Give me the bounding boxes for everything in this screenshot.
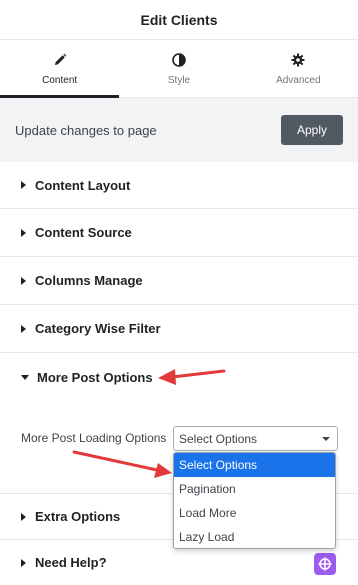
dropdown-option[interactable]: Pagination [174,477,335,501]
section-title: Columns Manage [35,273,143,288]
caret-right-icon [21,228,26,237]
more-post-loading-label: More Post Loading Options [21,431,167,445]
loading-options-dropdown: Select Options Pagination Load More Lazy… [173,452,336,549]
update-changes-bar: Update changes to page Apply [0,98,358,162]
caret-right-icon [21,324,26,333]
gear-icon [291,52,305,68]
caret-right-icon [21,558,26,567]
caret-down-icon [21,374,29,380]
tab-style[interactable]: Style [119,40,238,97]
section-title: Category Wise Filter [35,321,161,336]
update-changes-text: Update changes to page [15,122,157,138]
select-value: Select Options [179,431,258,446]
section-title: Need Help? [35,555,107,570]
half-circle-icon [172,52,186,68]
pencil-icon [53,52,67,68]
section-more-post-options[interactable]: More Post Options [0,353,358,401]
tab-content-label: Content [42,74,78,86]
section-columns-manage[interactable]: Columns Manage [0,257,358,305]
dropdown-option[interactable]: Select Options [174,453,335,477]
tab-advanced[interactable]: Advanced [239,40,358,97]
panel-title: Edit Clients [140,11,218,28]
caret-right-icon [21,181,26,189]
apply-button[interactable]: Apply [281,115,343,145]
section-title: Content Source [35,225,132,240]
section-title: Content Layout [35,177,131,193]
chevron-down-icon [322,437,330,441]
section-title: More Post Options [37,369,153,385]
caret-right-icon [21,276,26,285]
tab-bar: Content Style Advanced [0,40,358,98]
dropdown-option[interactable]: Lazy Load [174,525,335,548]
section-content-layout[interactable]: Content Layout [0,162,358,209]
section-title: Extra Options [35,509,121,524]
panel-header: Edit Clients [0,0,358,40]
help-badge-icon[interactable] [314,553,336,575]
tab-content[interactable]: Content [0,40,120,98]
section-category-wise-filter[interactable]: Category Wise Filter [0,305,358,353]
caret-right-icon [21,512,26,521]
loading-options-select[interactable]: Select Options [173,426,338,451]
annotation-arrow-dropdown [72,450,172,478]
section-content-source[interactable]: Content Source [0,209,358,257]
tab-style-label: Style [167,74,191,86]
dropdown-option[interactable]: Load More [174,501,335,525]
tab-advanced-label: Advanced [276,74,321,86]
